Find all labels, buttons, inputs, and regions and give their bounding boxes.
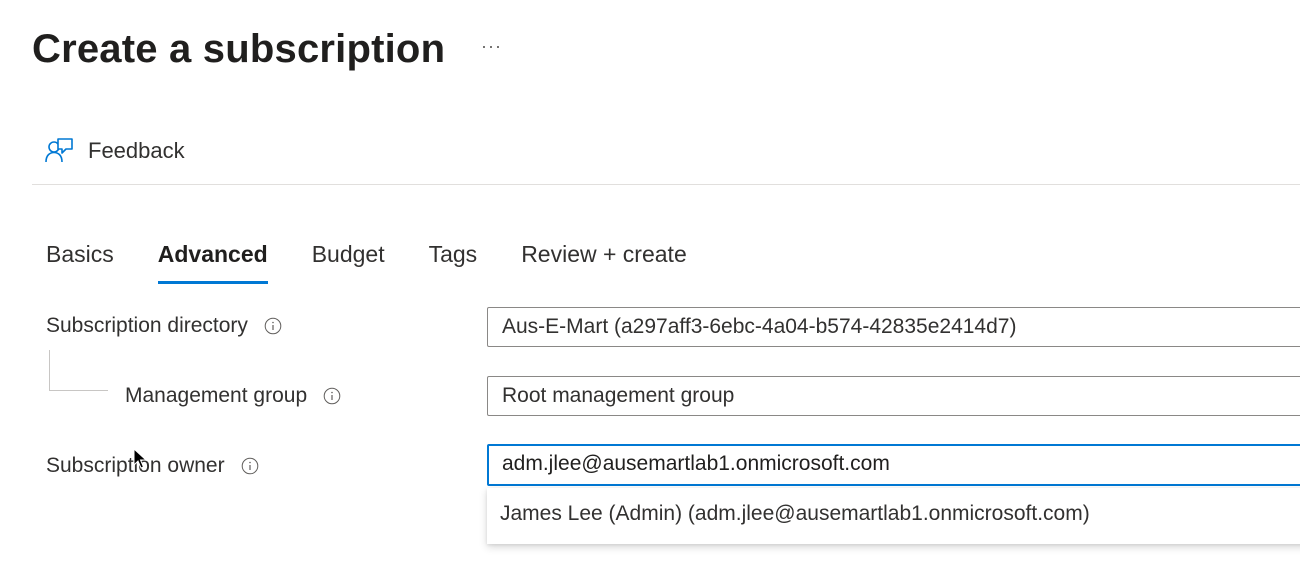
management-group-field[interactable]: Root management group bbox=[487, 376, 1300, 416]
subscription-directory-label: Subscription directory bbox=[46, 314, 282, 338]
tab-advanced[interactable]: Advanced bbox=[157, 236, 268, 284]
subscription-directory-field[interactable]: Aus-E-Mart (a297aff3-6ebc-4a04-b574-4283… bbox=[487, 307, 1300, 347]
tab-review-create[interactable]: Review + create bbox=[521, 236, 687, 284]
feedback-label: Feedback bbox=[88, 138, 185, 163]
more-options-button[interactable]: ··· bbox=[481, 36, 502, 57]
info-icon[interactable] bbox=[241, 457, 259, 475]
tab-list: Basics Advanced Budget Tags Review + cre… bbox=[46, 236, 731, 286]
page-title: Create a subscription bbox=[32, 27, 446, 71]
subscription-directory-label-text: Subscription directory bbox=[46, 314, 248, 337]
feedback-button[interactable]: Feedback bbox=[44, 136, 185, 166]
info-icon[interactable] bbox=[323, 387, 341, 405]
management-group-label-text: Management group bbox=[125, 384, 308, 407]
tab-budget[interactable]: Budget bbox=[312, 236, 385, 284]
info-icon[interactable] bbox=[264, 317, 282, 335]
command-bar: Feedback bbox=[32, 128, 1300, 185]
subscription-owner-input[interactable]: adm.jlee@ausemartlab1.onmicrosoft.com bbox=[487, 444, 1300, 486]
management-group-label: Management group bbox=[125, 384, 341, 408]
owner-suggestion-item[interactable]: James Lee (Admin) (adm.jlee@ausemartlab1… bbox=[500, 502, 1090, 526]
tab-basics[interactable]: Basics bbox=[46, 236, 114, 284]
feedback-icon bbox=[45, 138, 73, 163]
tree-connector bbox=[49, 350, 108, 391]
owner-suggestion-list: James Lee (Admin) (adm.jlee@ausemartlab1… bbox=[487, 488, 1300, 544]
mouse-cursor-icon bbox=[133, 448, 147, 469]
subscription-owner-label: Subscription owner bbox=[46, 454, 259, 478]
tab-tags[interactable]: Tags bbox=[429, 236, 478, 284]
